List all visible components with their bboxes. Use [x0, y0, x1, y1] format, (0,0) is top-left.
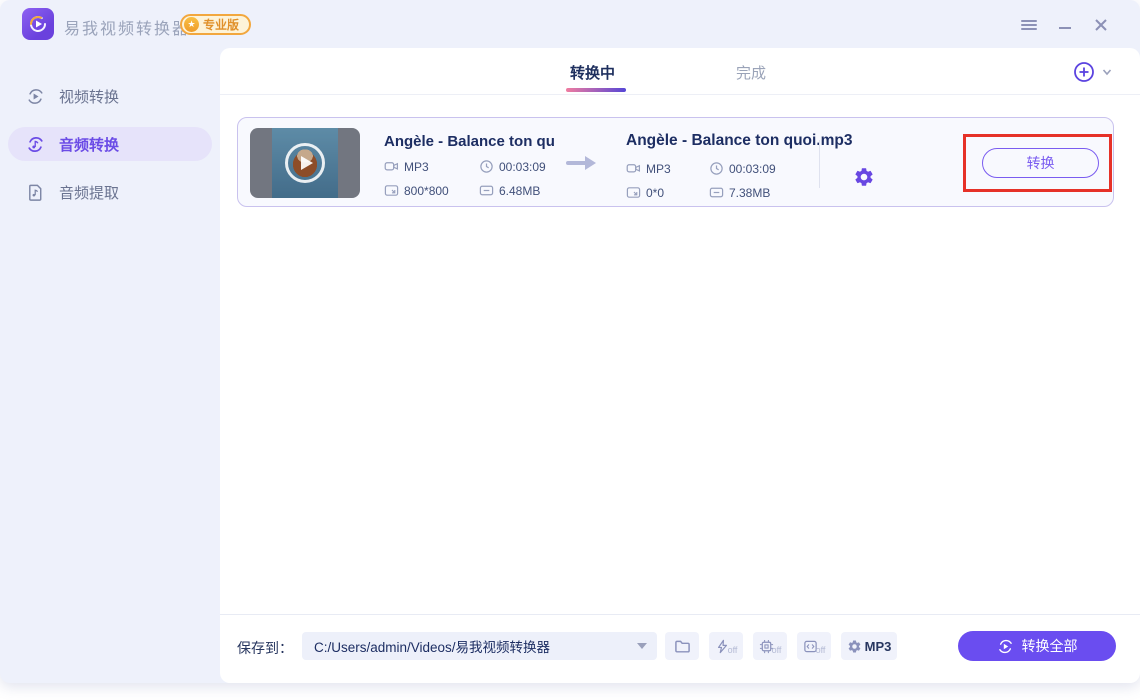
resolution-icon [626, 185, 641, 200]
audio-extract-icon [26, 183, 45, 202]
save-path-value: C:/Users/admin/Videos/易我视频转换器 [314, 640, 551, 655]
play-icon[interactable] [285, 143, 325, 183]
source-size: 6.48MB [479, 183, 540, 198]
target-resolution: 0*0 [626, 185, 664, 200]
file-size-icon [479, 183, 494, 198]
file-size-icon [709, 185, 724, 200]
clock-icon [479, 159, 494, 174]
convert-all-icon [998, 639, 1012, 653]
task-settings-gear-icon[interactable] [853, 166, 875, 188]
star-icon: ★ [184, 17, 199, 32]
toggle-state-label: off [771, 645, 782, 655]
folder-icon [674, 640, 690, 653]
high-speed-toggle[interactable]: off [709, 632, 743, 660]
clock-icon [709, 161, 724, 176]
add-icon [1074, 62, 1094, 82]
chevron-down-icon [1102, 69, 1112, 76]
tab-converting[interactable]: 转换中 [570, 62, 615, 83]
pro-badge-label: 专业版 [203, 18, 240, 32]
source-file-name: Angèle - Balance ton qu... [384, 133, 554, 150]
dropdown-caret-icon [637, 643, 647, 649]
audio-convert-icon [26, 135, 45, 154]
merge-files-toggle[interactable]: off [797, 632, 831, 660]
resolution-icon [384, 183, 399, 198]
gear-icon [848, 640, 860, 652]
source-format: MP3 [384, 159, 429, 174]
toggle-state-label: off [727, 645, 738, 655]
video-convert-icon [26, 87, 45, 106]
pro-badge: ★ 专业版 [180, 14, 252, 35]
open-folder-button[interactable] [665, 632, 699, 660]
app-window: 易我视频转换器 ★ 专业版 视频转换 音频转换 音频提取 转换中 完成 Angè… [0, 0, 1140, 683]
tab-done[interactable]: 完成 [736, 62, 766, 83]
video-thumbnail[interactable] [250, 128, 360, 198]
sidebar-item-audio-extract[interactable]: 音频提取 [8, 175, 212, 209]
sidebar-item-audio-convert[interactable]: 音频转换 [8, 127, 212, 161]
app-logo-icon [22, 8, 54, 40]
convert-all-label: 转换全部 [1021, 638, 1078, 654]
add-file-button[interactable] [1072, 60, 1114, 84]
output-format-button[interactable]: MP3 [841, 632, 897, 660]
menu-icon[interactable] [1018, 14, 1040, 36]
camera-icon [626, 161, 641, 176]
footer-divider [220, 614, 1140, 615]
convert-button[interactable]: 转换 [982, 148, 1099, 178]
camera-icon [384, 159, 399, 174]
source-resolution: 800*800 [384, 183, 449, 198]
header-divider [220, 94, 1140, 95]
gpu-acceleration-toggle[interactable]: off [753, 632, 787, 660]
active-tab-underline [566, 88, 626, 92]
task-row: Angèle - Balance ton qu... MP3 00:03:09 … [237, 117, 1114, 207]
source-duration: 00:03:09 [479, 159, 546, 174]
minimize-icon[interactable] [1054, 14, 1076, 36]
save-to-label: 保存到： [237, 640, 293, 656]
toggle-state-label: off [815, 645, 826, 655]
save-path-select[interactable]: C:/Users/admin/Videos/易我视频转换器 [302, 632, 657, 660]
row-divider [819, 140, 820, 188]
close-icon[interactable] [1090, 14, 1112, 36]
arrow-right-icon [566, 156, 596, 170]
target-duration: 00:03:09 [709, 161, 776, 176]
main-panel: 转换中 完成 Angèle - Balance ton qu... MP3 00… [220, 48, 1140, 683]
target-format: MP3 [626, 161, 671, 176]
convert-all-button[interactable]: 转换全部 [958, 631, 1116, 661]
sidebar-item-label: 音频转换 [59, 136, 120, 154]
sidebar-item-label: 视频转换 [59, 88, 120, 106]
app-title: 易我视频转换器 [64, 21, 191, 38]
output-format-label: MP3 [864, 638, 892, 654]
sidebar-item-video-convert[interactable]: 视频转换 [8, 79, 212, 113]
sidebar-item-label: 音频提取 [59, 184, 120, 202]
target-size: 7.38MB [709, 185, 770, 200]
